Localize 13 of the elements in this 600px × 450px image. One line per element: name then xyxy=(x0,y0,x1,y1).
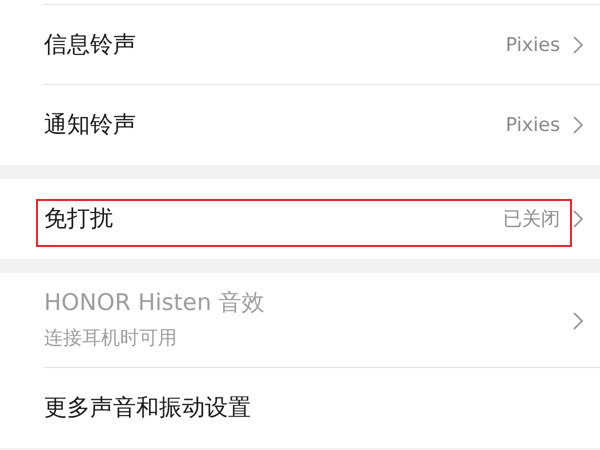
setting-title: 免打扰 xyxy=(44,204,114,234)
setting-title: HONOR Histen 音效 xyxy=(44,288,266,318)
setting-subtitle: 连接耳机时可用 xyxy=(44,326,178,351)
setting-value: 已关闭 xyxy=(503,206,560,232)
setting-value: Pixies xyxy=(506,112,560,138)
setting-title: 信息铃声 xyxy=(44,30,137,60)
setting-value: Pixies xyxy=(506,32,560,58)
chevron-right-icon xyxy=(572,209,584,229)
setting-title: 通知铃声 xyxy=(44,110,137,140)
chevron-right-icon xyxy=(572,35,584,55)
chevron-right-icon xyxy=(572,310,584,330)
chevron-right-icon xyxy=(572,115,584,135)
setting-title: 更多声音和振动设置 xyxy=(44,394,252,422)
